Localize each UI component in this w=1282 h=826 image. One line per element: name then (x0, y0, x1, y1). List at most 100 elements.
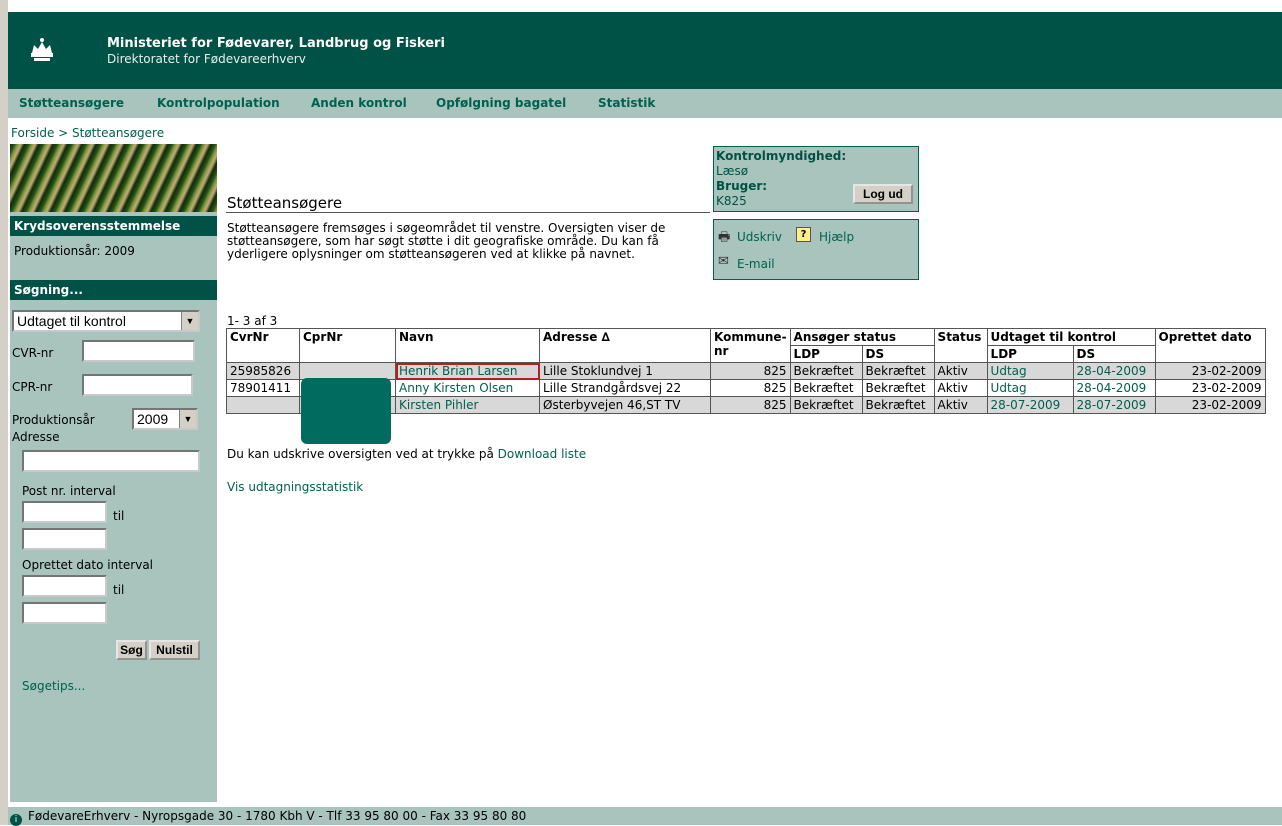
col-header-status[interactable]: Status (933, 328, 988, 363)
year-select[interactable]: 2009 ▼ (132, 408, 198, 430)
created-cell: 23-02-2009 (1154, 362, 1266, 380)
selected-ds-link[interactable]: 28-07-2009 (1072, 396, 1156, 414)
kommune-cell: 825 (710, 362, 791, 380)
email-link[interactable]: E-mail (737, 257, 775, 271)
authority-value: Læsø (716, 164, 749, 178)
nav-kontrolpopulation[interactable]: Kontrolpopulation (157, 96, 280, 110)
logout-button[interactable]: Log ud (853, 184, 913, 204)
date-to-input[interactable] (22, 602, 107, 624)
col-header-cpr[interactable]: CprNr (299, 328, 396, 363)
status-cell: Aktiv (933, 362, 988, 380)
sidebar: Krydsoverensstemmelse Produktionsår: 200… (10, 212, 217, 802)
cpr-cell (299, 362, 396, 380)
col-header-address[interactable]: Adresse ∆ (539, 328, 711, 363)
col-header-selected-ldp[interactable]: LDP (986, 345, 1074, 363)
name-link[interactable]: Henrik Brian Larsen (395, 362, 540, 380)
cpr-redaction (301, 378, 391, 444)
email-icon: ✉ (718, 254, 729, 269)
crown-logo-icon (31, 38, 53, 61)
table-row: 25985826 Henrik Brian Larsen Lille Stokl… (226, 362, 1266, 380)
help-icon: ? (796, 227, 811, 242)
reset-button[interactable]: Nulstil (149, 640, 200, 660)
tools-box: 🖶 Udskriv ? Hjælp ✉ E-mail (713, 219, 919, 280)
postal-to-input[interactable] (22, 528, 107, 550)
user-value: K825 (716, 194, 747, 208)
created-cell: 23-02-2009 (1154, 379, 1266, 397)
search-tips-link[interactable]: Søgetips... (22, 679, 85, 693)
user-info-box: Kontrolmyndighed: Læsø Bruger: K825 Log … (713, 146, 919, 212)
date-til-label: til (113, 583, 125, 597)
selected-ldp-link[interactable]: 28-07-2009 (986, 396, 1074, 414)
ministry-name: Ministeriet for Fødevarer, Landbrug og F… (107, 36, 445, 51)
col-header-applicant-status: Ansøger status (789, 328, 935, 346)
applicant-ldp-cell: Bekræftet (789, 362, 863, 380)
col-header-selected-ds[interactable]: DS (1072, 345, 1156, 363)
year-select-value: 2009 (137, 411, 169, 427)
address-cell: Lille Stoklundvej 1 (539, 362, 711, 380)
postal-from-input[interactable] (22, 501, 107, 523)
cpr-label: CPR-nr (12, 380, 53, 394)
year-label: Produktionsår (12, 413, 95, 427)
applicant-ds-cell: Bekræftet (861, 362, 935, 380)
authority-label: Kontrolmyndighed: (716, 149, 847, 163)
col-header-name[interactable]: Navn (395, 328, 540, 363)
selected-ds-link[interactable]: 28-04-2009 (1072, 362, 1156, 380)
result-count: 1- 3 af 3 (227, 314, 278, 328)
window-frame (0, 0, 8, 825)
filter-select[interactable]: Udtaget til kontrol ▼ (12, 310, 200, 332)
col-header-applicant-ds[interactable]: DS (861, 345, 935, 363)
chevron-down-icon: ▼ (181, 312, 198, 330)
sidebar-heading-krydsoverensstemmelse: Krydsoverensstemmelse (10, 216, 217, 236)
info-icon: i (10, 814, 22, 826)
selection-stats-link[interactable]: Vis udtagningsstatistik (227, 480, 363, 494)
cvr-cell: 78901411 (226, 379, 300, 397)
help-link[interactable]: Hjælp (819, 230, 854, 244)
col-header-created[interactable]: Oprettet dato (1154, 328, 1266, 363)
production-year-text: Produktionsår: 2009 (14, 244, 135, 258)
applicant-ldp-cell: Bekræftet (789, 379, 863, 397)
cpr-input[interactable] (82, 374, 193, 396)
cvr-label: CVR-nr (12, 346, 54, 360)
breadcrumb[interactable]: Forside > Støtteansøgere (11, 126, 164, 140)
nav-stotteansogere[interactable]: Støtteansøgere (19, 96, 124, 110)
main-nav: Støtteansøgere Kontrolpopulation Anden k… (8, 89, 1282, 118)
name-link[interactable]: Anny Kirsten Olsen (395, 379, 540, 397)
download-list-link[interactable]: Download liste (498, 447, 586, 461)
col-header-cvr[interactable]: CvrNr (226, 328, 300, 363)
postal-til-label: til (113, 509, 125, 523)
col-header-kommune[interactable]: Kommune-nr (710, 328, 791, 363)
cvr-cell (226, 396, 300, 414)
cvr-input[interactable] (82, 340, 195, 362)
download-note-text: Du kan udskrive oversigten ved at trykke… (227, 447, 498, 461)
title-divider (226, 212, 710, 213)
status-cell: Aktiv (933, 396, 988, 414)
user-label: Bruger: (716, 179, 768, 193)
nav-opfolgning-bagatel[interactable]: Opfølgning bagatel (436, 96, 566, 110)
address-label: Adresse (12, 430, 60, 444)
cvr-cell: 25985826 (226, 362, 300, 380)
date-from-input[interactable] (22, 575, 107, 597)
address-cell: Lille Strandgårdsvej 22 (539, 379, 711, 397)
address-cell: Østerbyvejen 46,ST TV (539, 396, 711, 414)
col-header-selected: Udtaget til kontrol (986, 328, 1156, 346)
selected-ds-link[interactable]: 28-04-2009 (1072, 379, 1156, 397)
address-input[interactable] (22, 450, 200, 472)
selected-ldp-link[interactable]: Udtag (986, 362, 1074, 380)
postal-interval-label: Post nr. interval (22, 484, 116, 498)
field-photo (10, 144, 217, 212)
footer-text: FødevareErhverv - Nyropsgade 30 - 1780 K… (28, 809, 527, 823)
nav-statistik[interactable]: Statistik (598, 96, 655, 110)
search-button[interactable]: Søg (116, 640, 147, 660)
status-cell: Aktiv (933, 379, 988, 397)
kommune-cell: 825 (710, 396, 791, 414)
applicant-ldp-cell: Bekræftet (789, 396, 863, 414)
nav-anden-kontrol[interactable]: Anden kontrol (311, 96, 407, 110)
filter-select-value: Udtaget til kontrol (17, 313, 126, 329)
col-header-applicant-ldp[interactable]: LDP (789, 345, 863, 363)
selected-ldp-link[interactable]: Udtag (986, 379, 1074, 397)
name-link[interactable]: Kirsten Pihler (395, 396, 540, 414)
applicant-ds-cell: Bekræftet (861, 396, 935, 414)
sidebar-heading-search: Søgning... (10, 280, 217, 300)
print-link[interactable]: Udskriv (737, 230, 782, 244)
created-cell: 23-02-2009 (1154, 396, 1266, 414)
